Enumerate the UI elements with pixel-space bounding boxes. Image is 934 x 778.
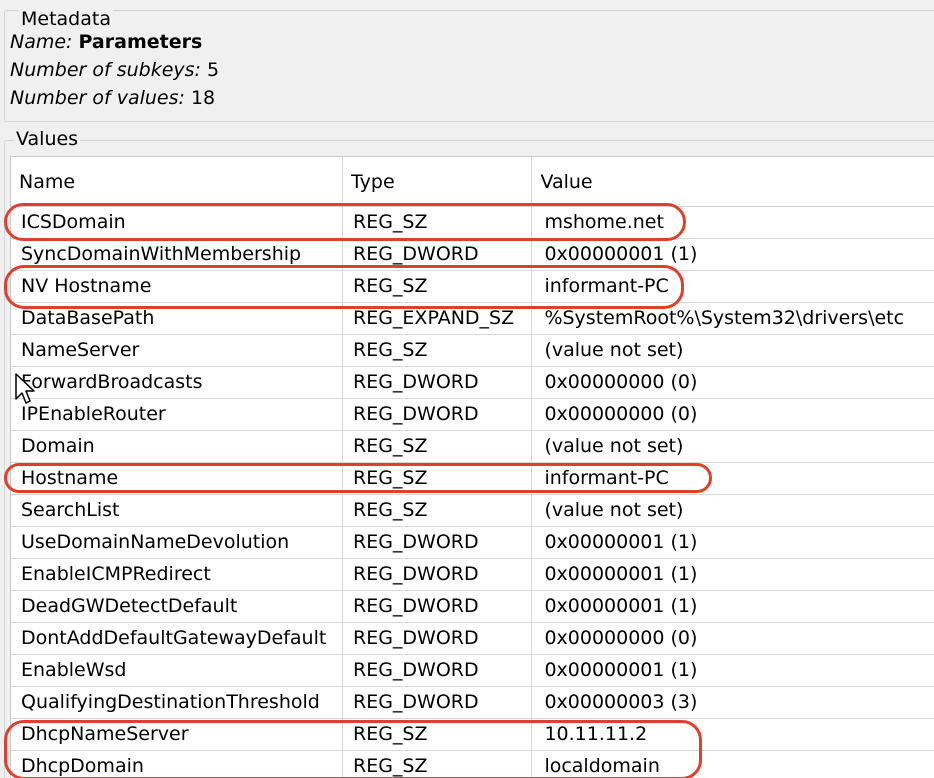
cell-value: %SystemRoot%\System32\drivers\etc [531,302,934,335]
cell-value: informant-PC [531,270,934,303]
cell-name: EnableWsd [11,654,343,687]
table-row[interactable]: EnableICMPRedirect REG_DWORD 0x00000001 (1… [11,558,934,591]
column-header-name[interactable]: Name [11,157,343,207]
table-row[interactable]: DhcpNameServer REG_SZ 10.11.11.2 [11,718,934,751]
cell-value: 0x00000001 (1) [531,558,934,591]
subkeys-value: 5 [207,59,220,81]
cell-name: UseDomainNameDevolution [11,526,343,559]
metadata-legend: Metadata [19,8,113,30]
cell-name: SearchList [11,494,343,527]
cell-type: REG_DWORD [342,398,533,431]
cell-value: (value not set) [531,430,934,463]
cell-type: REG_DWORD [342,590,533,623]
cell-type: REG_SZ [342,206,533,239]
cell-type: REG_SZ [342,430,533,463]
table-header-row: Name Type Value [11,157,934,207]
table-row[interactable]: QualifyingDestinationThreshold REG_DWORD 0… [11,686,934,719]
cell-type: REG_SZ [342,750,533,778]
metadata-values-line: Number of values: 18 [10,85,215,111]
cell-value: 0x00000000 (0) [531,398,934,431]
cell-type: REG_DWORD [342,526,533,559]
cell-value: 0x00000001 (1) [531,590,934,623]
cell-value: 0x00000001 (1) [531,654,934,687]
cell-name: DhcpNameServer [11,718,343,751]
cell-name: NameServer [11,334,343,367]
table-row[interactable]: ForwardBroadcasts REG_DWORD 0x00000000 (0) [11,366,934,399]
cell-type: REG_SZ [342,334,533,367]
values-legend: Values [14,128,81,150]
table-row[interactable]: ICSDomain REG_SZ mshome.net [11,206,934,239]
table-row[interactable]: DontAddDefaultGatewayDefault REG_DWORD 0x0… [11,622,934,655]
table-row[interactable]: DataBasePath REG_EXPAND_SZ %SystemRoot%\Sy… [11,302,934,335]
table-row[interactable]: NV Hostname REG_SZ informant-PC [11,270,934,303]
cell-value: 0x00000003 (3) [531,686,934,719]
cell-type: REG_EXPAND_SZ [342,302,533,335]
table-row[interactable]: SyncDomainWithMembership REG_DWORD 0x00000… [11,238,934,271]
cell-value: (value not set) [531,334,934,367]
values-count-value: 18 [190,87,216,109]
table-row[interactable]: NameServer REG_SZ (value not set) [11,334,934,367]
cell-type: REG_SZ [342,718,533,751]
cell-value: 0x00000000 (0) [531,366,934,399]
cell-value: 0x00000000 (0) [531,622,934,655]
cell-name: DhcpDomain [11,750,343,778]
cell-name: ICSDomain [11,206,343,239]
cell-name: DeadGWDetectDefault [11,590,343,623]
cell-name: NV Hostname [11,270,343,303]
mouse-cursor-icon [15,373,35,404]
cell-type: REG_SZ [342,270,533,303]
cell-name: DontAddDefaultGatewayDefault [11,622,343,655]
table-row[interactable]: DeadGWDetectDefault REG_DWORD 0x00000001 (… [11,590,934,623]
cell-type: REG_DWORD [342,686,533,719]
cell-value: informant-PC [531,462,934,495]
cell-value: localdomain [531,750,934,778]
subkeys-label: Number of subkeys: [10,59,201,81]
cell-type: REG_DWORD [342,622,533,655]
table-row[interactable]: EnableWsd REG_DWORD 0x00000001 (1) [11,654,934,687]
values-table: Name Type Value ICSDomain REG_SZ mshome.ne… [11,157,934,778]
cell-value: 10.11.11.2 [531,718,934,751]
metadata-name-line: Name: Parameters [10,29,202,55]
column-header-value[interactable]: Value [531,157,934,207]
name-value: Parameters [78,31,203,53]
cell-value: (value not set) [531,494,934,527]
cell-name: Domain [11,430,343,463]
registry-viewer: Metadata Name: Parameters Number of subk… [0,0,934,778]
cell-name: SyncDomainWithMembership [11,238,343,271]
values-table-container[interactable]: Name Type Value ICSDomain REG_SZ mshome.ne… [10,156,934,778]
cell-name: DataBasePath [11,302,343,335]
cell-name: Hostname [11,462,343,495]
table-row[interactable]: UseDomainNameDevolution REG_DWORD 0x000000… [11,526,934,559]
metadata-subkeys-line: Number of subkeys: 5 [10,57,219,83]
table-row[interactable]: IPEnableRouter REG_DWORD 0x00000000 (0) [11,398,934,431]
cell-type: REG_SZ [342,494,533,527]
table-row[interactable]: Domain REG_SZ (value not set) [11,430,934,463]
values-count-label: Number of values: [10,87,185,109]
cell-type: REG_DWORD [342,558,533,591]
cell-type: REG_DWORD [342,238,533,271]
cell-name: IPEnableRouter [11,398,343,431]
table-row[interactable]: SearchList REG_SZ (value not set) [11,494,934,527]
cell-name: ForwardBroadcasts [11,366,343,399]
cell-type: REG_DWORD [342,654,533,687]
cell-type: REG_SZ [342,462,533,495]
cell-name: QualifyingDestinationThreshold [11,686,343,719]
name-label: Name: [10,31,73,53]
table-row[interactable]: Hostname REG_SZ informant-PC [11,462,934,495]
cell-name: EnableICMPRedirect [11,558,343,591]
cell-value: mshome.net [531,206,934,239]
table-row[interactable]: DhcpDomain REG_SZ localdomain [11,750,934,778]
cell-type: REG_DWORD [342,366,533,399]
column-header-type[interactable]: Type [342,157,533,207]
cell-value: 0x00000001 (1) [531,238,934,271]
cell-value: 0x00000001 (1) [531,526,934,559]
